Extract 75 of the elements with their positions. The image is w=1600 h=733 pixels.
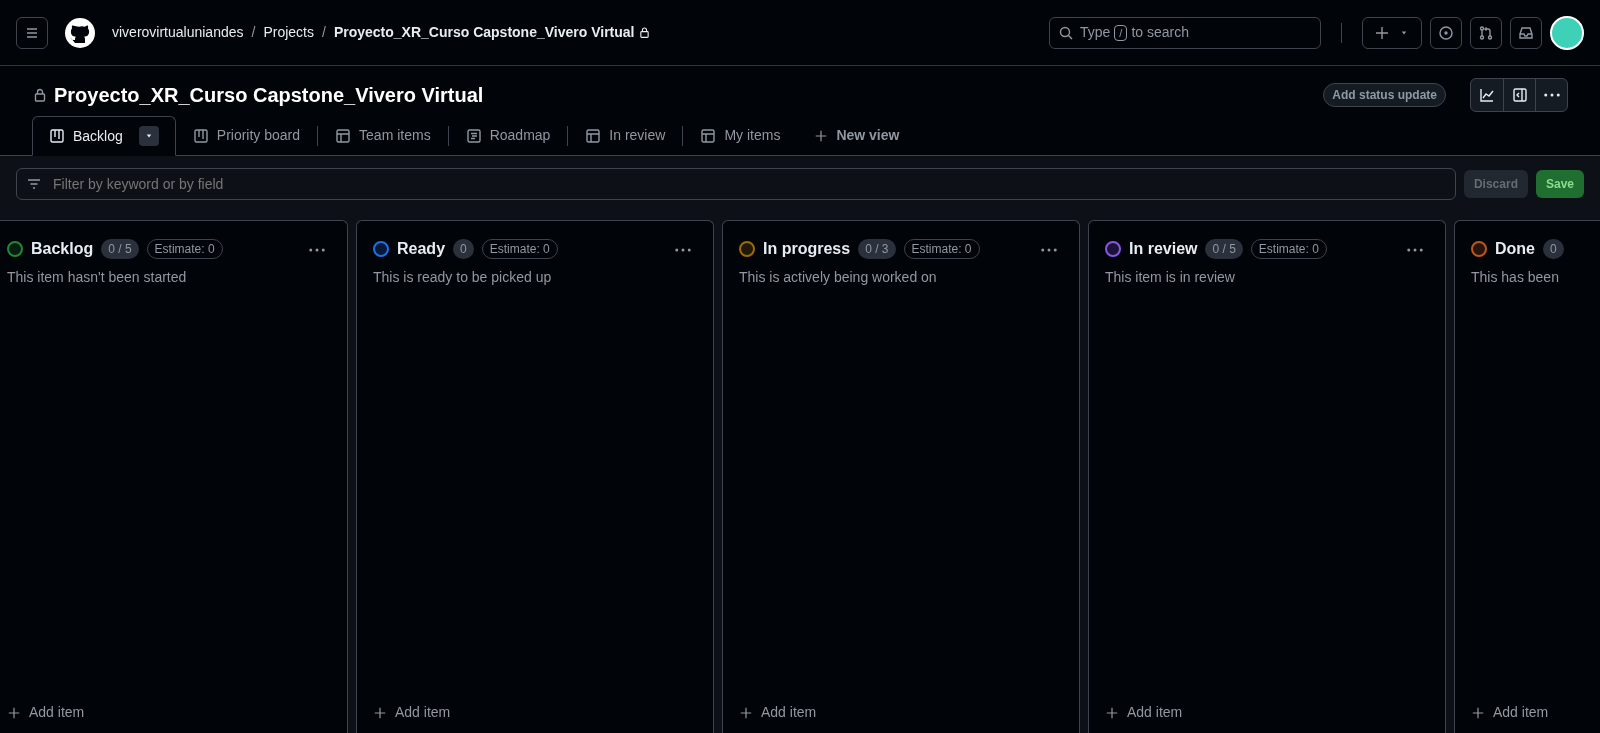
plus-icon bbox=[1471, 705, 1485, 720]
view-tab[interactable]: Team items bbox=[318, 115, 448, 156]
item-count: 0 / 3 bbox=[858, 239, 896, 259]
inbox-icon bbox=[1518, 24, 1534, 41]
board-icon bbox=[49, 128, 65, 144]
breadcrumb-link[interactable]: viverovirtualuniandes bbox=[112, 22, 244, 43]
more-icon bbox=[675, 247, 691, 252]
search-field[interactable]: Type / to search bbox=[1049, 16, 1321, 49]
search-hint: Type bbox=[1080, 23, 1111, 42]
inbox-button[interactable] bbox=[1510, 16, 1542, 49]
view-tab[interactable]: My items bbox=[683, 115, 798, 156]
keyboard-key: / bbox=[1114, 24, 1128, 41]
add-item-button[interactable]: Add item bbox=[0, 702, 347, 733]
item-count: 0 bbox=[1543, 239, 1564, 259]
plus-icon bbox=[739, 705, 753, 720]
circle-dot-icon bbox=[1438, 24, 1454, 41]
save-button[interactable]: Save bbox=[1535, 170, 1584, 198]
plus-icon bbox=[373, 705, 387, 720]
filter-field[interactable]: Filter by keyword or by field bbox=[16, 168, 1456, 200]
more-icon bbox=[1041, 247, 1057, 252]
project-title: Proyecto_XR_Curso Capstone_Vivero Virtual bbox=[54, 83, 484, 107]
column-description: This is actively being worked on bbox=[738, 268, 938, 287]
issues-button[interactable] bbox=[1430, 16, 1462, 49]
plus-icon bbox=[1105, 705, 1119, 720]
search-hint: to search bbox=[1131, 23, 1189, 42]
breadcrumb-separator: / bbox=[251, 23, 256, 42]
avatar[interactable] bbox=[1550, 15, 1584, 50]
table-icon bbox=[335, 127, 352, 144]
view-tab[interactable]: Roadmap bbox=[448, 115, 568, 156]
lock-icon bbox=[638, 26, 652, 39]
side-panel-icon bbox=[1511, 87, 1528, 103]
lock-icon bbox=[32, 87, 48, 103]
add-item-button[interactable]: Add item bbox=[1455, 702, 1600, 733]
pull-requests-button[interactable] bbox=[1470, 16, 1502, 49]
new-view-button[interactable]: New view bbox=[797, 115, 917, 156]
line-chart-icon bbox=[1479, 87, 1495, 103]
add-item-button[interactable]: Add item bbox=[1089, 702, 1445, 733]
status-update-button[interactable]: Add status update bbox=[1323, 83, 1446, 107]
more-icon bbox=[1543, 93, 1560, 97]
plus-icon bbox=[814, 128, 829, 143]
column-title: Ready bbox=[397, 239, 446, 259]
more-icon bbox=[1407, 247, 1423, 252]
pull-request-icon bbox=[1478, 24, 1494, 41]
plus-icon bbox=[7, 705, 21, 720]
roadmap-icon bbox=[465, 127, 482, 144]
filter-icon bbox=[26, 176, 42, 192]
view-tab[interactable]: In review bbox=[568, 115, 683, 156]
view-options-button[interactable] bbox=[138, 126, 159, 146]
column-description: This item hasn't been started bbox=[6, 268, 188, 287]
menu-button[interactable] bbox=[16, 16, 48, 49]
item-count: 0 / 5 bbox=[101, 239, 139, 259]
board-icon bbox=[192, 127, 209, 144]
view-tab[interactable]: Priority board bbox=[175, 115, 318, 156]
column-description: This item is in review bbox=[1104, 268, 1236, 287]
column-description: This is ready to be picked up bbox=[372, 268, 553, 287]
table-icon bbox=[700, 127, 717, 144]
breadcrumb-link[interactable]: Projects bbox=[263, 22, 314, 43]
breadcrumb-link[interactable]: Proyecto_XR_Curso Capstone_Vivero Virtual bbox=[333, 22, 635, 43]
more-icon bbox=[309, 247, 325, 252]
add-item-button[interactable]: Add item bbox=[357, 702, 713, 733]
search-icon bbox=[1058, 24, 1074, 41]
view-tab[interactable]: Backlog bbox=[32, 116, 176, 156]
add-item-button[interactable]: Add item bbox=[723, 702, 1079, 733]
column-title: In review bbox=[1129, 239, 1198, 259]
item-count: 0 bbox=[453, 239, 474, 259]
breadcrumb-separator: / bbox=[322, 23, 326, 42]
column-title: Backlog bbox=[31, 239, 94, 259]
item-count: 0 / 5 bbox=[1205, 239, 1243, 259]
column-title: Done bbox=[1495, 239, 1535, 259]
plus-icon bbox=[1374, 24, 1390, 41]
column-title: In progress bbox=[763, 239, 851, 259]
create-button[interactable] bbox=[1362, 16, 1422, 49]
column-description: This has been bbox=[1470, 268, 1560, 287]
github-logo-icon bbox=[64, 16, 96, 49]
table-icon bbox=[585, 127, 602, 144]
